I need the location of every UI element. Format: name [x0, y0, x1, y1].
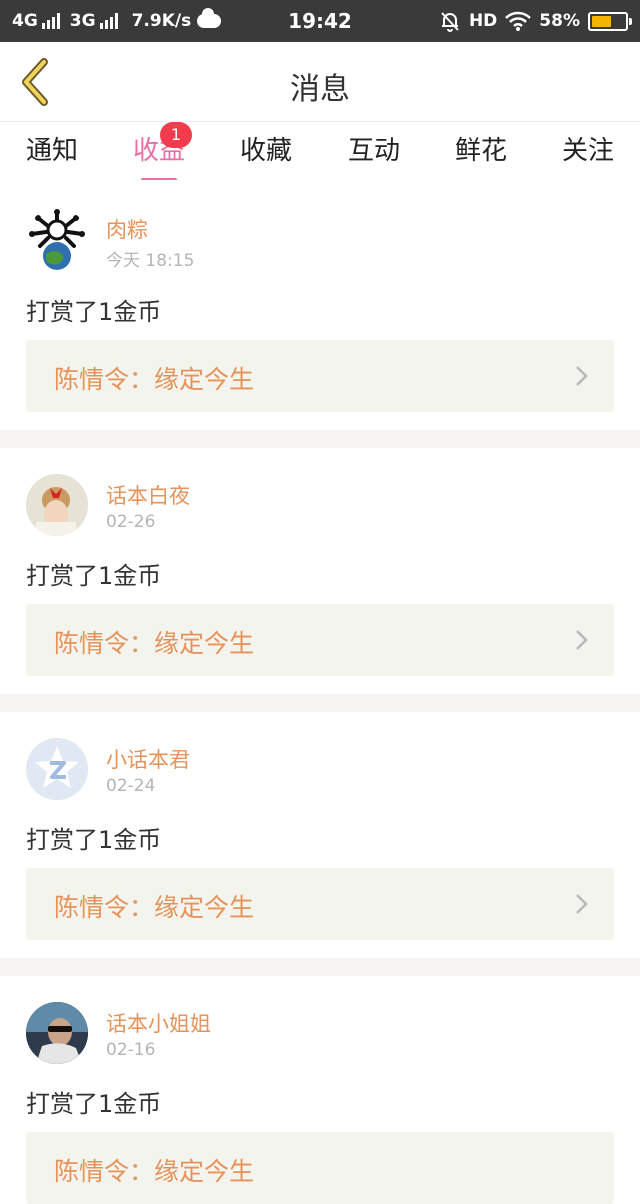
tab-label: 通知 [25, 136, 78, 166]
tab-bar: 通知 收益 1 收藏 互动 鲜花 关注 [0, 122, 640, 182]
story-link[interactable]: 陈情令：缘定今生 [26, 1132, 614, 1204]
battery-percent: 58% [539, 11, 580, 31]
message-text: 打赏了1金币 [26, 298, 162, 326]
chevron-right-icon [576, 894, 588, 914]
tab-label: 关注 [561, 136, 614, 166]
page-title: 消息 [290, 72, 350, 107]
tab-interactions[interactable]: 互动 [329, 130, 419, 167]
wifi-icon [505, 11, 532, 31]
message-item: 话本小姐姐 02-16 打赏了1金币 陈情令：缘定今生 [0, 976, 640, 1204]
message-text: 打赏了1金币 [26, 826, 162, 854]
message-date: 02-16 [106, 1040, 156, 1060]
story-link[interactable]: 陈情令：缘定今生 [26, 868, 614, 940]
username[interactable]: 话本小姐姐 [106, 1008, 211, 1038]
tab-notifications[interactable]: 通知 [7, 130, 97, 167]
message-text: 打赏了1金币 [26, 562, 162, 590]
tab-label: 收藏 [239, 136, 292, 166]
message-item: 肉粽 今天 18:15 打赏了1金币 陈情令：缘定今生 [0, 180, 640, 430]
message-text: 打赏了1金币 [26, 1090, 162, 1118]
tab-label: 鲜花 [454, 136, 507, 166]
username[interactable]: 肉粽 [106, 214, 148, 244]
story-title: 陈情令：缘定今生 [54, 629, 255, 658]
hd-indicator: HD [468, 11, 498, 31]
story-link[interactable]: 陈情令：缘定今生 [26, 340, 614, 412]
username[interactable]: 话本白夜 [106, 480, 190, 510]
message-date: 02-24 [106, 776, 156, 796]
battery-icon [588, 11, 632, 31]
tab-flowers[interactable]: 鲜花 [436, 130, 526, 167]
story-link[interactable]: 陈情令：缘定今生 [26, 604, 614, 676]
mute-bell-icon [441, 12, 459, 32]
tab-label: 互动 [347, 136, 400, 166]
story-title: 陈情令：缘定今生 [54, 893, 255, 922]
header: 消息 [0, 42, 640, 122]
message-date: 02-26 [106, 512, 156, 532]
avatar[interactable] [26, 474, 88, 536]
chevron-right-icon [576, 366, 588, 386]
chevron-right-icon [576, 630, 588, 650]
avatar[interactable] [26, 738, 88, 800]
avatar[interactable] [26, 1002, 88, 1064]
tab-following[interactable]: 关注 [543, 130, 633, 167]
story-title: 陈情令：缘定今生 [54, 1157, 255, 1186]
tab-favorites[interactable]: 收藏 [221, 130, 311, 167]
divider [0, 430, 640, 448]
status-bar: 4G 3G 7.9K/s 19:42 HD 58% [0, 0, 640, 42]
divider [0, 694, 640, 712]
message-date: 今天 18:15 [106, 251, 195, 271]
username[interactable]: 小话本君 [106, 744, 190, 774]
story-title: 陈情令：缘定今生 [54, 365, 255, 394]
message-item: 小话本君 02-24 打赏了1金币 陈情令：缘定今生 [0, 712, 640, 958]
status-right: HD 58% [431, 9, 632, 33]
tab-earnings[interactable]: 收益 1 [114, 122, 204, 182]
avatar[interactable] [26, 208, 88, 270]
divider [0, 958, 640, 976]
unread-badge: 1 [160, 122, 192, 148]
message-item: 话本白夜 02-26 打赏了1金币 陈情令：缘定今生 [0, 448, 640, 694]
